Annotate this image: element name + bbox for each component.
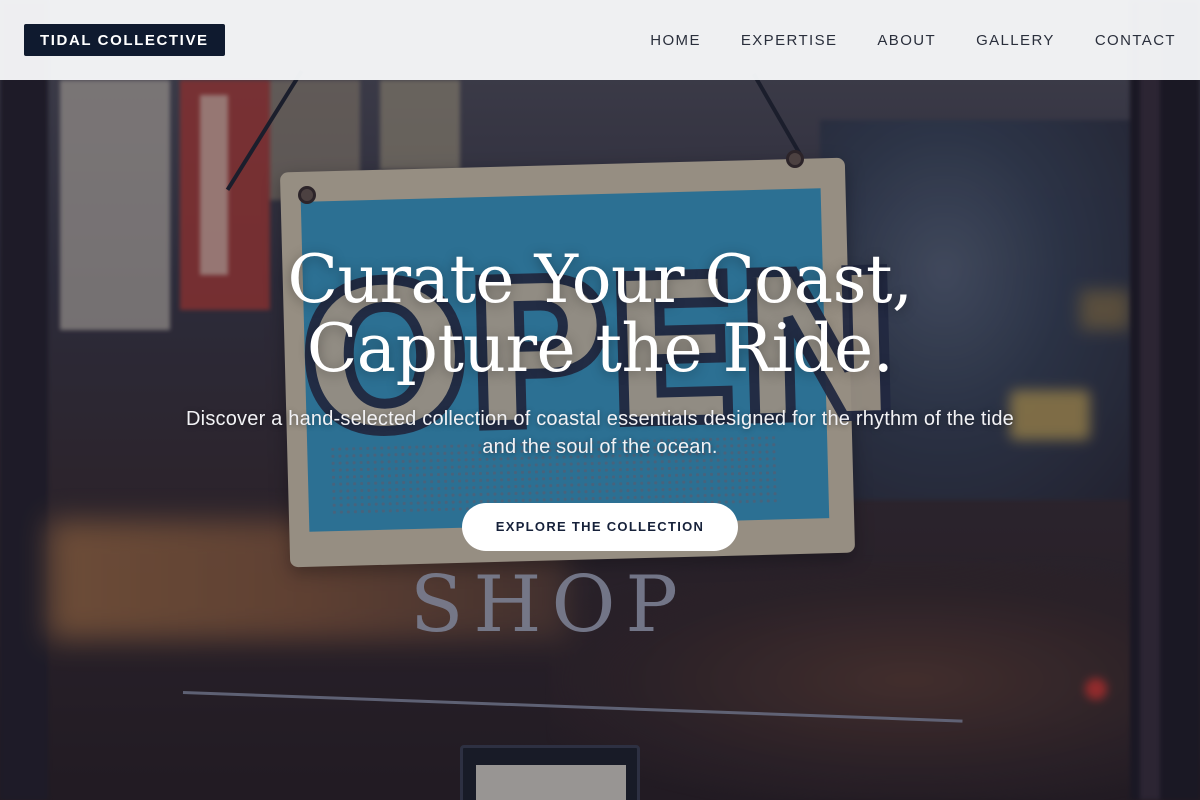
nav-item-about[interactable]: ABOUT	[877, 32, 936, 49]
nav-item-gallery[interactable]: GALLERY	[976, 32, 1055, 49]
main-nav: HOME EXPERTISE ABOUT GALLERY CONTACT	[610, 32, 1176, 49]
hero-content: Curate Your Coast, Capture the Ride. Dis…	[0, 245, 1200, 551]
nav-item-home[interactable]: HOME	[650, 32, 701, 49]
hero-subtext: Discover a hand-selected collection of c…	[186, 408, 1014, 458]
explore-collection-button[interactable]: EXPLORE THE COLLECTION	[462, 503, 738, 551]
hero-headline-line1: Curate Your Coast,	[287, 241, 913, 318]
nav-item-contact[interactable]: CONTACT	[1095, 32, 1176, 49]
site-header: TIDAL COLLECTIVE HOME EXPERTISE ABOUT GA…	[0, 0, 1200, 80]
hero-headline: Curate Your Coast, Capture the Ride.	[0, 245, 1200, 383]
brand-logo[interactable]: TIDAL COLLECTIVE	[24, 24, 225, 56]
nav-item-expertise[interactable]: EXPERTISE	[741, 32, 838, 49]
hero-headline-line2: Capture the Ride.	[306, 310, 894, 387]
